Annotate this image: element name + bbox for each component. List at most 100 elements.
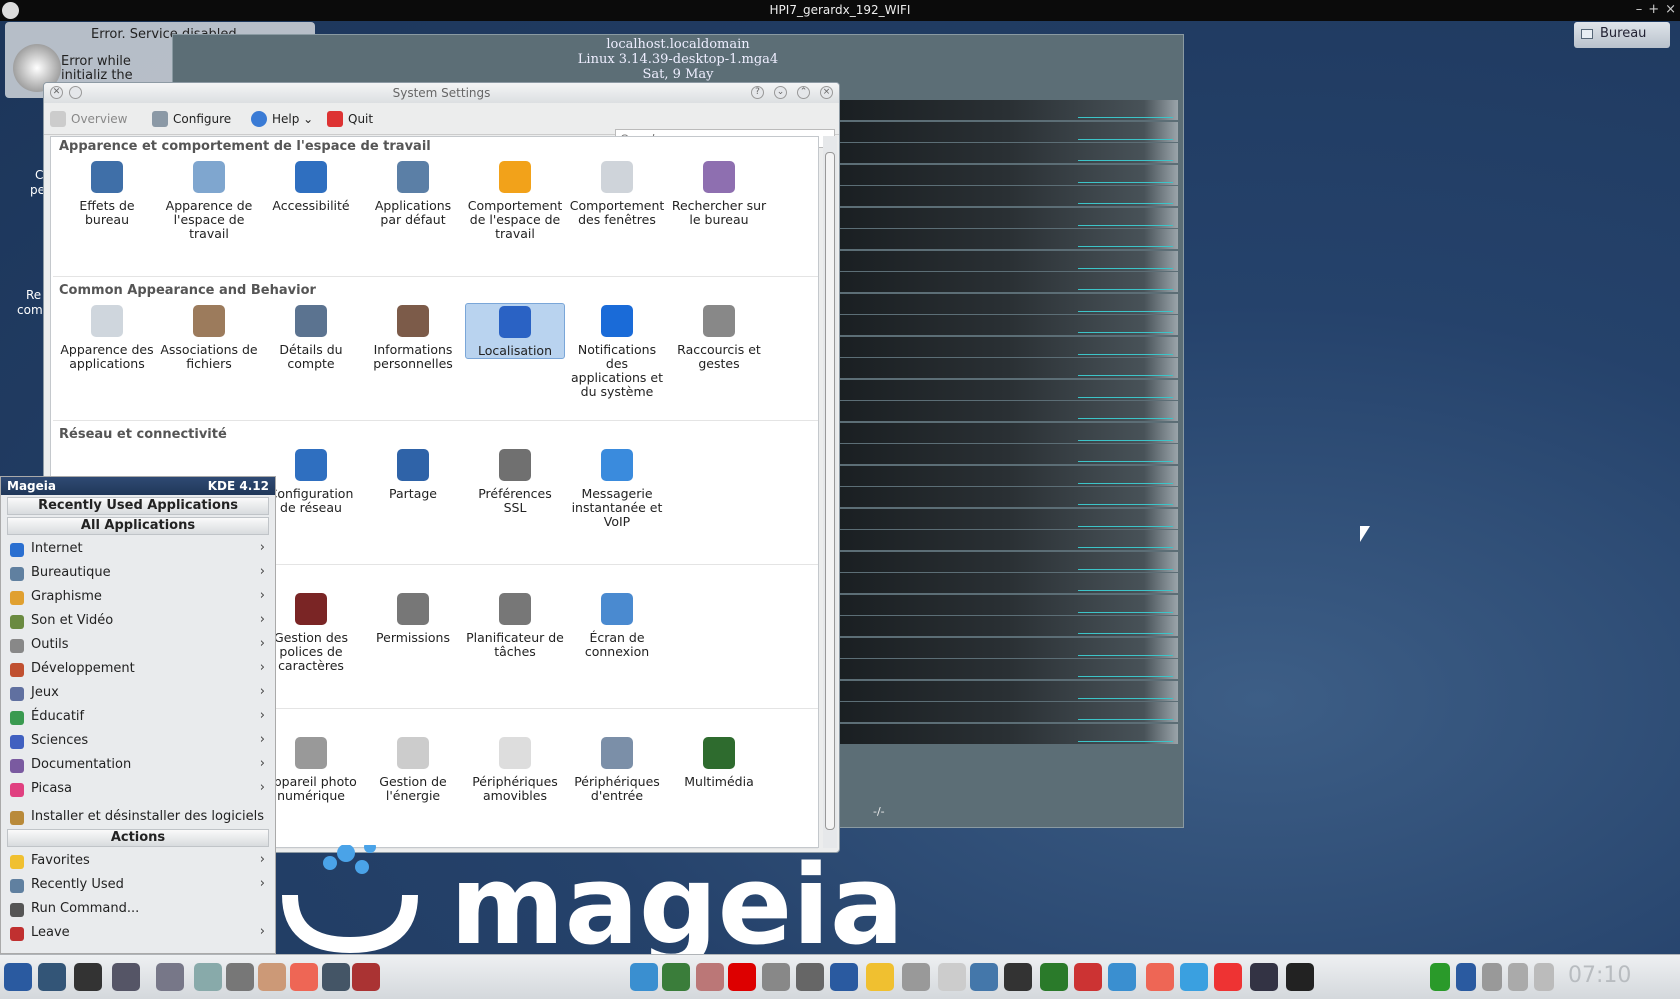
taskbar-launcher-icon[interactable] [662, 963, 690, 991]
all-apps-button[interactable]: All Applications [7, 517, 269, 535]
category-icon [10, 639, 24, 653]
menu-category[interactable]: Éducatif › [1, 705, 275, 729]
taskbar-launcher-icon[interactable] [1074, 963, 1102, 991]
taskbar-launcher-icon[interactable] [762, 963, 790, 991]
quit-button[interactable]: Quit [327, 111, 373, 127]
tools-icon[interactable] [1482, 963, 1502, 991]
settings-module[interactable]: Permissions [363, 591, 463, 645]
close-icon[interactable]: × [820, 86, 833, 99]
taskbar-launcher-icon[interactable] [4, 963, 32, 991]
settings-module[interactable]: Préférences SSL [465, 447, 565, 515]
settings-module[interactable]: Rechercher sur le bureau [669, 159, 769, 227]
settings-module[interactable]: Associations de fichiers [159, 303, 259, 371]
bureau-button[interactable]: Bureau [1574, 22, 1670, 48]
settings-module[interactable]: Partage [363, 447, 463, 501]
settings-module[interactable]: Planificateur de tâches [465, 591, 565, 659]
taskbar-launcher-icon[interactable] [156, 963, 184, 991]
settings-module[interactable]: Raccourcis et gestes [669, 303, 769, 371]
taskbar-launcher-icon[interactable] [74, 963, 102, 991]
menu-action[interactable]: Recently Used › [1, 873, 275, 897]
settings-module[interactable]: Apparence des applications [57, 303, 157, 371]
menu-category[interactable]: Bureautique › [1, 561, 275, 585]
menu-category[interactable]: Graphisme › [1, 585, 275, 609]
minimize-button[interactable]: – [1636, 2, 1643, 17]
settings-module[interactable]: Périphériques d'entrée [567, 735, 667, 803]
hp-icon[interactable] [1456, 963, 1476, 991]
menu-category[interactable]: Jeux › [1, 681, 275, 705]
taskbar-launcher-icon[interactable] [1250, 963, 1278, 991]
taskbar-launcher-icon[interactable] [322, 963, 350, 991]
taskbar-launcher-icon[interactable] [1286, 963, 1314, 991]
settings-module[interactable]: Effets de bureau [57, 159, 157, 227]
settings-module[interactable]: Applications par défaut [363, 159, 463, 227]
menu-category[interactable]: Développement › [1, 657, 275, 681]
menu-category[interactable]: Picasa › [1, 777, 275, 801]
taskbar-launcher-icon[interactable] [696, 963, 724, 991]
maximize-button[interactable]: + [1648, 2, 1659, 17]
menu-category[interactable]: Sciences › [1, 729, 275, 753]
taskbar-launcher-icon[interactable] [112, 963, 140, 991]
taskbar-launcher-icon[interactable] [38, 963, 66, 991]
settings-module[interactable]: Périphériques amovibles [465, 735, 565, 803]
taskbar-launcher-icon[interactable] [1040, 963, 1068, 991]
wifi-icon[interactable] [1430, 963, 1450, 991]
tray-expand-icon[interactable] [1534, 963, 1554, 991]
menu-action[interactable]: Favorites › [1, 849, 275, 873]
taskbar-launcher-icon[interactable] [830, 963, 858, 991]
maximize-icon[interactable]: ⌃ [797, 86, 810, 99]
settings-module[interactable]: Apparence de l'espace de travail [159, 159, 259, 241]
settings-module[interactable]: Écran de connexion [567, 591, 667, 659]
taskbar-launcher-icon[interactable] [866, 963, 894, 991]
taskbar-launcher-icon[interactable] [226, 963, 254, 991]
settings-module[interactable]: Gestion des polices de caractères [261, 591, 361, 673]
clock[interactable]: 07:10 [1568, 963, 1631, 988]
taskbar-launcher-icon[interactable] [290, 963, 318, 991]
configure-button[interactable]: Configure [152, 111, 231, 127]
taskbar-launcher-icon[interactable] [1146, 963, 1174, 991]
recent-apps-button[interactable]: Recently Used Applications [7, 497, 269, 515]
help-circle-icon[interactable]: ? [751, 86, 764, 99]
taskbar-launcher-icon[interactable] [1004, 963, 1032, 991]
install-software-item[interactable]: Installer et désinstaller des logiciels [1, 805, 275, 829]
settings-module[interactable]: Comportement des fenêtres [567, 159, 667, 227]
taskbar-launcher-icon[interactable] [352, 963, 380, 991]
taskbar-launcher-icon[interactable] [630, 963, 658, 991]
taskbar-launcher-icon[interactable] [194, 963, 222, 991]
taskbar-launcher-icon[interactable] [258, 963, 286, 991]
taskbar-launcher-icon[interactable] [1108, 963, 1136, 991]
settings-module[interactable]: Appareil photo numérique [261, 735, 361, 803]
settings-module[interactable]: Gestion de l'énergie [363, 735, 463, 803]
help-button[interactable]: Help ⌄ [251, 111, 313, 127]
vertical-scrollbar[interactable] [823, 136, 837, 848]
settings-module[interactable]: Informations personnelles [363, 303, 463, 371]
desktop-icon-label[interactable]: com [17, 303, 43, 317]
taskbar-launcher-icon[interactable] [1214, 963, 1242, 991]
overview-button[interactable]: Overview [50, 111, 128, 127]
settings-module[interactable]: Messagerie instantanée et VoIP [567, 447, 667, 529]
settings-module[interactable]: Configuration de réseau [261, 447, 361, 515]
volume-icon[interactable] [1508, 963, 1528, 991]
close-button[interactable]: × [1665, 2, 1676, 17]
settings-module[interactable]: Détails du compte [261, 303, 361, 371]
taskbar-launcher-icon[interactable] [1180, 963, 1208, 991]
taskbar-launcher-icon[interactable] [728, 963, 756, 991]
taskbar-launcher-icon[interactable] [902, 963, 930, 991]
module-icon [499, 737, 531, 769]
scrollbar-thumb[interactable] [825, 152, 835, 830]
menu-category[interactable]: Internet › [1, 537, 275, 561]
menu-action[interactable]: Run Command... [1, 897, 275, 921]
menu-category[interactable]: Documentation › [1, 753, 275, 777]
taskbar-launcher-icon[interactable] [796, 963, 824, 991]
taskbar-launcher-icon[interactable] [938, 963, 966, 991]
settings-module[interactable]: Accessibilité [261, 159, 361, 213]
minimize-icon[interactable]: ⌄ [774, 86, 787, 99]
settings-module[interactable]: Localisation [465, 303, 565, 359]
taskbar-launcher-icon[interactable] [970, 963, 998, 991]
menu-category[interactable]: Outils › [1, 633, 275, 657]
desktop-icon-label[interactable]: Re [26, 288, 41, 302]
menu-category[interactable]: Son et Vidéo › [1, 609, 275, 633]
settings-module[interactable]: Multimédia [669, 735, 769, 789]
settings-module[interactable]: Comportement de l'espace de travail [465, 159, 565, 241]
settings-module[interactable]: Notifications des applications et du sys… [567, 303, 667, 399]
menu-action[interactable]: Leave › [1, 921, 275, 945]
